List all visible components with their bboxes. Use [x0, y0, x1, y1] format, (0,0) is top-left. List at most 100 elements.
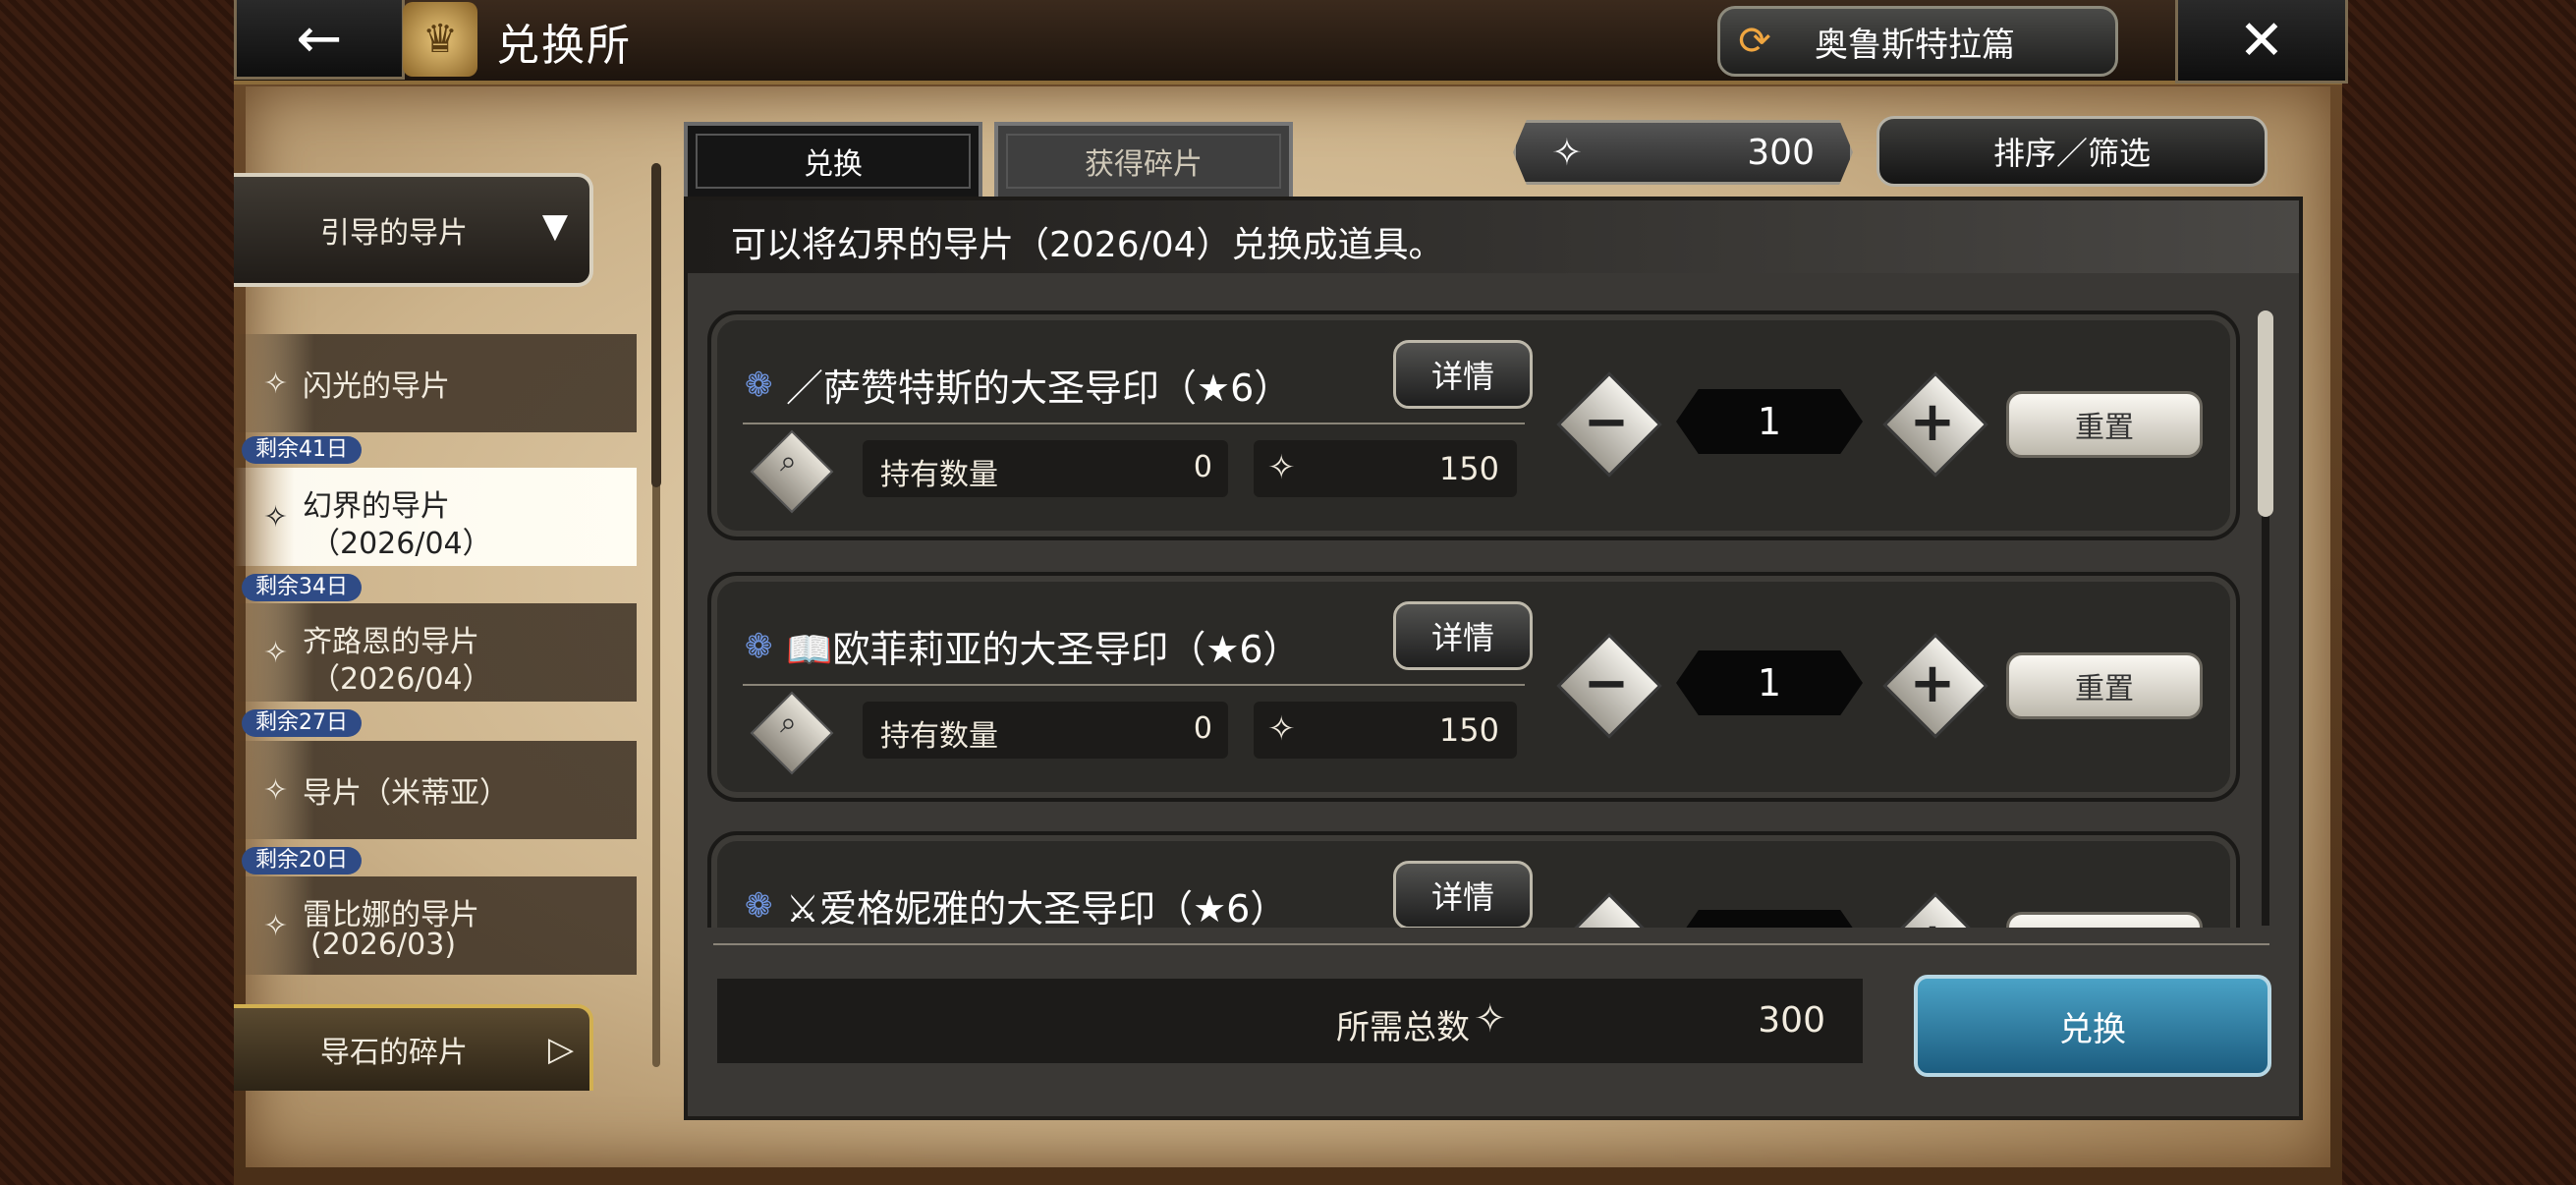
quantity-value: 1	[1676, 910, 1863, 928]
star-icon: ✧	[263, 366, 289, 401]
item-cost: ✧ 150	[1254, 702, 1517, 759]
detail-button[interactable]: 详情	[1393, 861, 1533, 928]
background-right	[2340, 0, 2576, 1185]
detail-button[interactable]: 详情	[1393, 340, 1533, 409]
quantity-value: 1	[1676, 650, 1863, 715]
remaining-days-badge: 剩余27日	[242, 709, 362, 737]
decrease-button[interactable]: −	[1556, 892, 1662, 929]
plus-icon: +	[1884, 894, 1981, 929]
owned-label: 持有数量	[880, 458, 998, 492]
decrease-button[interactable]: −	[1556, 633, 1662, 739]
sidebar-item-mitia-shard[interactable]: ✧ 导片（米蒂亚）	[234, 741, 637, 839]
quantity-value: 1	[1676, 389, 1863, 454]
description-bar: 可以将幻界的导片（2026/04）兑换成道具。	[688, 200, 2299, 273]
item-card: ❁ ／萨赞特斯的大圣导印（★6） 详情 ⌕ 持有数量 0 ✧ 150 − 1 +…	[707, 310, 2240, 540]
close-icon: ✕	[2238, 8, 2285, 73]
total-required: 所需总数 ✧ 300	[717, 979, 1863, 1063]
exchange-button[interactable]: 兑换	[1914, 975, 2271, 1077]
exchange-emblem-icon: ♛	[403, 2, 477, 77]
category-dropdown[interactable]: 引导的导片 ▼	[234, 173, 593, 287]
shard-currency-icon: ✧	[1551, 131, 1583, 174]
chapter-switch-button[interactable]: ⟳ 奥鲁斯特拉篇	[1717, 6, 2118, 77]
owned-count: 持有数量 0	[863, 440, 1228, 497]
divider	[743, 423, 1525, 424]
refresh-icon: ⟳	[1738, 19, 1771, 64]
shard-currency-icon: ✧	[1474, 996, 1507, 1042]
detail-button[interactable]: 详情	[1393, 601, 1533, 670]
back-arrow-icon: ←	[296, 6, 343, 71]
description-text: 可以将幻界的导片（2026/04）兑换成道具。	[731, 225, 1444, 265]
search-icon[interactable]: ⌕	[750, 691, 834, 775]
owned-label: 持有数量	[880, 719, 998, 754]
shard-currency-icon: ✧	[1267, 448, 1296, 487]
tab-get-shards[interactable]: 获得碎片	[994, 122, 1293, 200]
remaining-days-badge: 剩余34日	[242, 574, 362, 601]
divider	[743, 684, 1525, 686]
item-name: 📖欧菲莉亚的大圣导印（★6）	[786, 628, 1301, 671]
back-button[interactable]: ←	[234, 0, 405, 80]
item-name: ／萨赞特斯的大圣导印（★6）	[786, 367, 1292, 410]
sidebar-item-label: 闪光的导片	[303, 369, 450, 404]
sidebar-item-sublabel: （2026/04）	[310, 662, 492, 697]
plus-icon: +	[1909, 389, 1956, 454]
increase-button[interactable]: +	[1882, 892, 1988, 929]
sidebar-item-sublabel: (2026/03)	[310, 928, 457, 962]
star-icon: ✧	[263, 635, 289, 670]
sidebar-item-illusion-shard[interactable]: ✧ 幻界的导片 （2026/04）	[234, 468, 637, 566]
plus-icon: +	[1909, 650, 1956, 715]
sidebar-item-rebina-shard[interactable]: ✧ 雷比娜的导片 (2026/03)	[234, 876, 637, 975]
total-label: 所需总数	[1336, 1008, 1470, 1047]
exchange-panel: 可以将幻界的导片（2026/04）兑换成道具。 ❁ ／萨赞特斯的大圣导印（★6）…	[684, 197, 2303, 1120]
page-title: 兑换所	[496, 21, 632, 71]
search-icon[interactable]: ⌕	[750, 429, 834, 514]
total-value: 300	[1758, 1000, 1825, 1041]
item-name: ⚔爱格妮雅的大圣导印（★6）	[786, 887, 1288, 928]
reset-button[interactable]: 重置	[2006, 652, 2203, 719]
owned-value: 0	[1193, 711, 1212, 746]
item-list-scroll-thumb[interactable]	[2258, 310, 2273, 517]
owned-count: 持有数量 0	[863, 702, 1228, 759]
chapter-label: 奥鲁斯特拉篇	[1815, 25, 2015, 65]
chevron-right-icon: ▷	[547, 1030, 574, 1069]
guide-stone-shards-label: 导石的碎片	[320, 1036, 468, 1070]
reset-button[interactable]: 重置	[2006, 912, 2203, 928]
guide-stone-shards-button[interactable]: 导石的碎片 ▷	[234, 1004, 593, 1091]
remaining-days-badge: 剩余41日	[242, 436, 362, 464]
minus-icon: −	[1583, 650, 1630, 715]
close-button[interactable]: ✕	[2175, 0, 2348, 84]
sidebar-item-label: 导片（米蒂亚）	[303, 776, 509, 811]
remaining-days-badge: 剩余20日	[242, 847, 362, 875]
shard-currency-icon: ✧	[1267, 709, 1296, 749]
sidebar-scroll-thumb[interactable]	[651, 163, 661, 487]
currency-value: 300	[1747, 133, 1815, 173]
sidebar-item-shining-shard[interactable]: ✧ 闪光的导片	[234, 334, 637, 432]
owned-value: 0	[1193, 450, 1212, 484]
cost-value: 150	[1438, 711, 1499, 749]
increase-button[interactable]: +	[1882, 633, 1988, 739]
cost-value: 150	[1438, 450, 1499, 487]
divider	[713, 943, 2269, 945]
background-left	[0, 0, 236, 1185]
sidebar-item-qiluen-shard[interactable]: ✧ 齐路恩的导片 （2026/04）	[234, 603, 637, 702]
item-card: ❁ ⚔爱格妮雅的大圣导印（★6） 详情 − 1 + 重置	[707, 831, 2240, 928]
item-card: ❁ 📖欧菲莉亚的大圣导印（★6） 详情 ⌕ 持有数量 0 ✧ 150 − 1 +…	[707, 572, 2240, 802]
currency-display: ✧ 300	[1513, 120, 1853, 185]
star-icon: ✧	[263, 499, 289, 535]
gem-icon: ❁	[745, 886, 773, 926]
reset-button[interactable]: 重置	[2006, 391, 2203, 458]
increase-button[interactable]: +	[1882, 371, 1988, 478]
sidebar-item-sublabel: （2026/04）	[310, 527, 492, 561]
star-icon: ✧	[263, 772, 289, 808]
chevron-down-icon: ▼	[541, 206, 568, 246]
minus-icon: −	[1558, 894, 1654, 929]
sort-filter-button[interactable]: 排序／筛选	[1876, 116, 2268, 187]
item-cost: ✧ 150	[1254, 440, 1517, 497]
category-dropdown-label: 引导的导片	[320, 216, 468, 251]
gem-icon: ❁	[745, 366, 773, 405]
item-list: ❁ ／萨赞特斯的大圣导印（★6） 详情 ⌕ 持有数量 0 ✧ 150 − 1 +…	[707, 310, 2252, 928]
minus-icon: −	[1583, 389, 1630, 454]
gem-icon: ❁	[745, 627, 773, 666]
star-icon: ✧	[263, 908, 289, 943]
tab-exchange[interactable]: 兑换	[684, 122, 982, 200]
decrease-button[interactable]: −	[1556, 371, 1662, 478]
